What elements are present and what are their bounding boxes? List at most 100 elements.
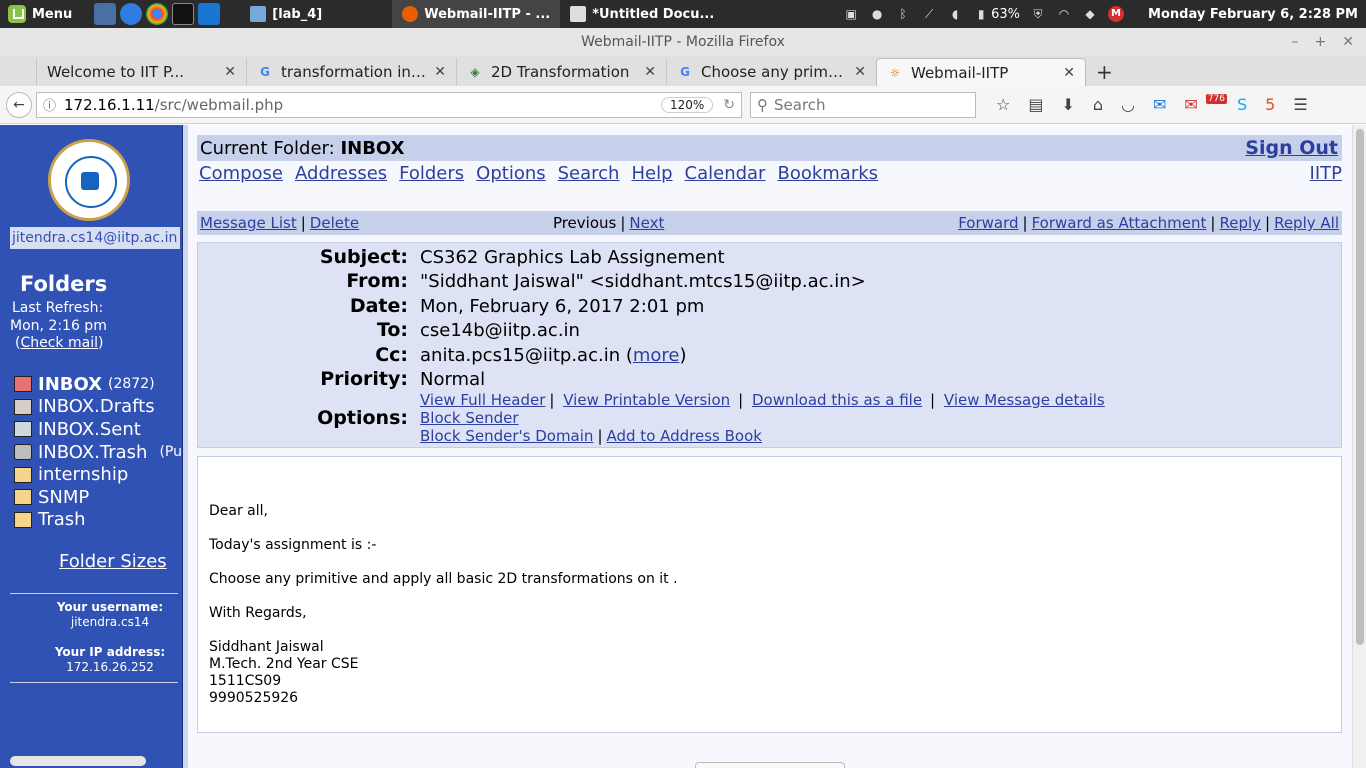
start-menu-button[interactable]: Menu [0,0,80,28]
html5-icon[interactable]: 5 [1265,95,1275,114]
scrollbar-thumb[interactable] [1356,129,1364,645]
show-desktop-icon[interactable] [94,3,117,25]
menu-help[interactable]: Help [631,163,672,184]
folder-inbox-sent[interactable]: INBOX.Sent [14,418,182,441]
tab-transformation-search[interactable]: G transformation in ... ✕ [246,58,456,86]
folder-name[interactable]: INBOX.Trash [38,442,147,463]
files-launcher-icon[interactable] [198,3,221,25]
view-message-details-link[interactable]: View Message details [944,391,1105,409]
block-sender-link[interactable]: Block Sender [420,409,519,427]
tab-close-icon[interactable]: ✕ [644,64,656,80]
folder-inbox-trash[interactable]: INBOX.Trash (Pu [14,441,182,464]
forward-attachment-link[interactable]: Forward as Attachment [1032,214,1207,232]
folder-name[interactable]: INBOX.Sent [38,419,141,440]
divider [10,682,178,683]
menu-calendar[interactable]: Calendar [685,163,766,184]
iitp-logo [48,139,130,221]
tab-close-icon[interactable]: ✕ [1063,65,1075,81]
separator: | [1210,214,1216,232]
folder-trash[interactable]: Trash [14,509,182,532]
menu-options[interactable]: Options [476,163,545,184]
mail-icon[interactable]: ✉ [1153,95,1166,114]
reply-link[interactable]: Reply [1219,214,1261,232]
vertical-scrollbar[interactable] [1352,125,1366,768]
add-to-address-book-link[interactable]: Add to Address Book [607,427,762,445]
reload-icon[interactable]: ↻ [723,97,735,113]
more-link[interactable]: more [633,345,680,366]
wifi-icon[interactable]: ◠ [1056,6,1072,22]
tab-close-icon[interactable]: ✕ [434,64,446,80]
folder-inbox-drafts[interactable]: INBOX.Drafts [14,396,182,419]
horizontal-scrollbar[interactable] [10,756,146,766]
close-window-icon[interactable]: ✕ [1342,28,1354,56]
terminal-launcher-icon[interactable] [172,3,195,25]
bookmark-star-icon[interactable]: ☆ [996,95,1010,114]
volume-icon[interactable]: ◖ [947,6,963,22]
skype-icon[interactable]: S [1237,95,1247,114]
applet-icon[interactable]: ▣ [843,6,859,22]
chrome-launcher-icon[interactable] [146,3,169,25]
folder-name[interactable]: SNMP [38,487,89,508]
message-list-link[interactable]: Message List [200,214,297,232]
tab-webmail-iitp[interactable]: ☼ Webmail-IITP ✕ [876,58,1086,86]
pocket-icon[interactable]: ◡ [1121,95,1135,114]
site-info-icon[interactable]: ⓘ [43,95,56,114]
sign-out-link[interactable]: Sign Out [1245,137,1338,159]
download-file-link[interactable]: Download this as a file [752,391,922,409]
network-icon[interactable]: ⟋ [921,6,937,22]
tab-welcome-iitp[interactable]: Welcome to IIT P... ✕ [36,58,246,86]
mail-notifier-icon[interactable]: M [1108,6,1125,22]
check-mail-link[interactable]: Check mail [20,335,98,351]
clock[interactable]: Monday February 6, 2:28 PM [1148,7,1358,22]
hamburger-menu-icon[interactable]: ☰ [1293,95,1307,114]
folder-internship[interactable]: internship [14,463,182,486]
message-body: Dear all, Today's assignment is :- Choos… [197,456,1342,733]
folder-inbox[interactable]: INBOX (2872) [14,373,182,396]
browser-launcher-icon[interactable] [120,3,143,25]
tab-close-icon[interactable]: ✕ [224,64,236,80]
tab-2d-transformation[interactable]: ◈ 2D Transformation ✕ [456,58,666,86]
menu-compose[interactable]: Compose [199,163,283,184]
task-lab4[interactable]: [lab_4] [240,0,332,28]
header-from: From: "Siddhant Jaiswal" <siddhant.mtcs1… [198,270,1343,292]
folder-name[interactable]: internship [38,464,128,485]
url-bar[interactable]: ⓘ 172.16.1.11 /src/webmail.php 120% ↻ [36,91,742,118]
gmail-notifier-icon[interactable]: ✉ 776 [1184,94,1227,114]
search-input[interactable]: ⚲ Search [750,91,976,118]
maximize-icon[interactable]: + [1315,28,1327,56]
menu-bookmarks[interactable]: Bookmarks [777,163,878,184]
next-link[interactable]: Next [629,214,664,232]
home-icon[interactable]: ⌂ [1093,95,1103,114]
menu-addresses[interactable]: Addresses [295,163,387,184]
forward-link[interactable]: Forward [958,214,1018,232]
tab-close-icon[interactable]: ✕ [854,64,866,80]
menu-folders[interactable]: Folders [399,163,464,184]
menu-search[interactable]: Search [558,163,620,184]
view-printable-link[interactable]: View Printable Version [563,391,730,409]
battery-indicator[interactable]: ▮ 63% [973,6,1020,22]
tab-choose-primitive[interactable]: G Choose any primit... ✕ [666,58,876,86]
purge-link[interactable]: (Pu [159,444,182,460]
downloads-icon[interactable]: ⬇ [1061,95,1074,114]
zoom-indicator[interactable]: 120% [660,96,714,113]
view-full-header-link[interactable]: View Full Header [420,391,545,409]
block-domain-link[interactable]: Block Sender's Domain [420,427,593,445]
new-tab-icon[interactable]: + [1086,58,1123,86]
folder-name[interactable]: INBOX [38,374,102,395]
folder-sizes-link[interactable]: Folder Sizes [59,551,167,572]
delete-link[interactable]: Delete [310,214,359,232]
folder-snmp[interactable]: SNMP [14,486,182,509]
folder-name[interactable]: INBOX.Drafts [38,396,155,417]
folder-name[interactable]: Trash [38,509,86,530]
minimize-icon[interactable]: – [1292,28,1299,56]
reply-all-link[interactable]: Reply All [1274,214,1339,232]
back-arrow-icon[interactable]: ← [6,91,32,118]
shield-icon[interactable]: ⛨ [1030,6,1046,22]
task-webmail[interactable]: Webmail-IITP - ... [392,0,561,28]
dropbox-icon[interactable]: ◆ [1082,6,1098,22]
bluetooth-icon[interactable]: ᛒ [895,6,911,22]
task-untitled-doc[interactable]: *Untitled Docu... [560,0,724,28]
iitp-link[interactable]: IITP [1310,163,1342,184]
reading-list-icon[interactable]: ▤ [1028,95,1043,114]
user-icon[interactable]: ● [869,6,885,22]
